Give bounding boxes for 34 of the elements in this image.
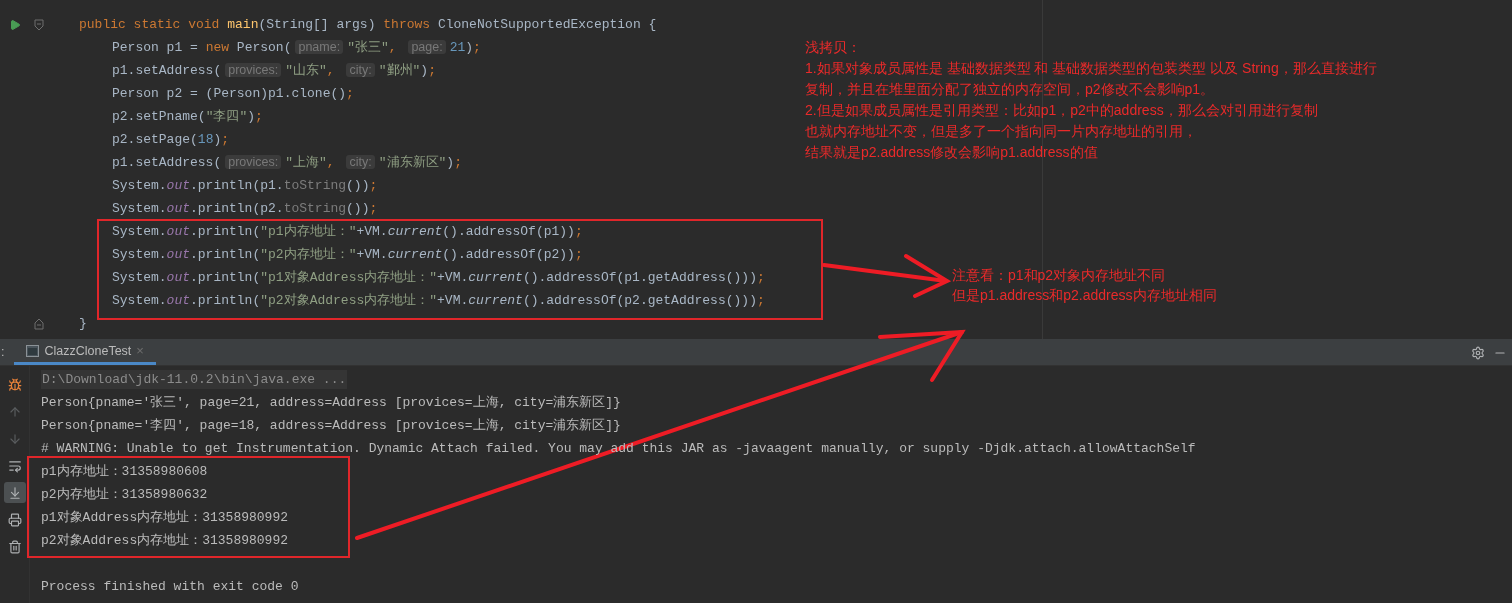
code-line: public static void main(String[] args) throws CloneNotSupportedException { xyxy=(78,15,657,34)
code-line: p2.setPname("李四"); xyxy=(111,107,263,126)
fold-icon[interactable] xyxy=(34,317,44,330)
code-line: p2.setPage(18); xyxy=(111,130,230,149)
code-line: System.out.println(p1.toString()); xyxy=(111,176,378,195)
annotation-note: 浅拷贝： 1.如果对象成员属性是 基础数据类型 和 基础数据类型的包装类型 以及 String，那么直接进行 复制，并且在堆里面分配了独立的内存空间，p2修改不会影响p1。 2.但是如果成员属性是引用类型：比如p1，p2中的address，那么会对引用进行复制 也就内存地址不变，但是多了一个指向同一片内存地址的引用， 结果就是p2.address修改会影响p1.address的值 xyxy=(805,38,1377,162)
console-output: Person{pname='李四', page=18, address=Address [provices=上海, city=浦东新区]} xyxy=(41,416,621,435)
code-line: System.out.println("p1对象Address内存地址："+VM.current().addressOf(p1.getAddress())); xyxy=(111,268,765,287)
fold-icon[interactable] xyxy=(34,18,44,31)
console-output: # WARNING: Unable to get Instrumentation. Dynamic Attach failed. You may add this JAR as -javaagent manually, or supply -Djdk.attach.allowAttachSelf xyxy=(41,439,1196,458)
console-icon xyxy=(26,345,40,357)
settings-icon[interactable] xyxy=(1471,345,1485,360)
code-line: p1.setAddress( provices: "上海", city: "浦东新区"); xyxy=(111,153,462,172)
console-command: D:\Download\jdk-11.0.2\bin\java.exe ... xyxy=(41,369,348,390)
panel-label: : xyxy=(0,344,6,362)
code-line: } xyxy=(78,314,87,333)
code-line: Person p2 = (Person)p1.clone(); xyxy=(111,84,354,103)
code-line: System.out.println(p2.toString()); xyxy=(111,199,378,218)
code-line: System.out.println("p2内存地址："+VM.current().addressOf(p2)); xyxy=(111,245,583,264)
scroll-to-end-icon[interactable] xyxy=(3,482,26,503)
code-line: Person p1 = new Person( pname: "张三", page: 21); xyxy=(111,38,481,57)
code-line: p1.setAddress( provices: "山东", city: "鄞州"); xyxy=(111,61,436,80)
annotation-note: 注意看：p1和p2对象内存地址不同 但是p1.address和p2.address内存地址相同 xyxy=(952,266,1217,305)
console-output: Person{pname='张三', page=21, address=Address [provices=上海, city=浦东新区]} xyxy=(41,393,621,412)
console-output: p2对象Address内存地址：31358980992 xyxy=(41,531,289,550)
code-line: System.out.println("p2对象Address内存地址："+VM.current().addressOf(p2.getAddress())); xyxy=(111,291,765,310)
code-line: System.out.println("p1内存地址："+VM.current().addressOf(p1)); xyxy=(111,222,583,241)
tab-label: ClazzCloneTest xyxy=(44,342,132,360)
code-editor[interactable] xyxy=(0,0,1512,340)
console-output: p1对象Address内存地址：31358980992 xyxy=(41,508,289,527)
console-output: p2内存地址：31358980632 xyxy=(41,485,208,504)
console-output: Process finished with exit code 0 xyxy=(41,577,299,596)
run-icon[interactable] xyxy=(9,18,21,31)
console-output: p1内存地址：31358980608 xyxy=(41,462,208,481)
